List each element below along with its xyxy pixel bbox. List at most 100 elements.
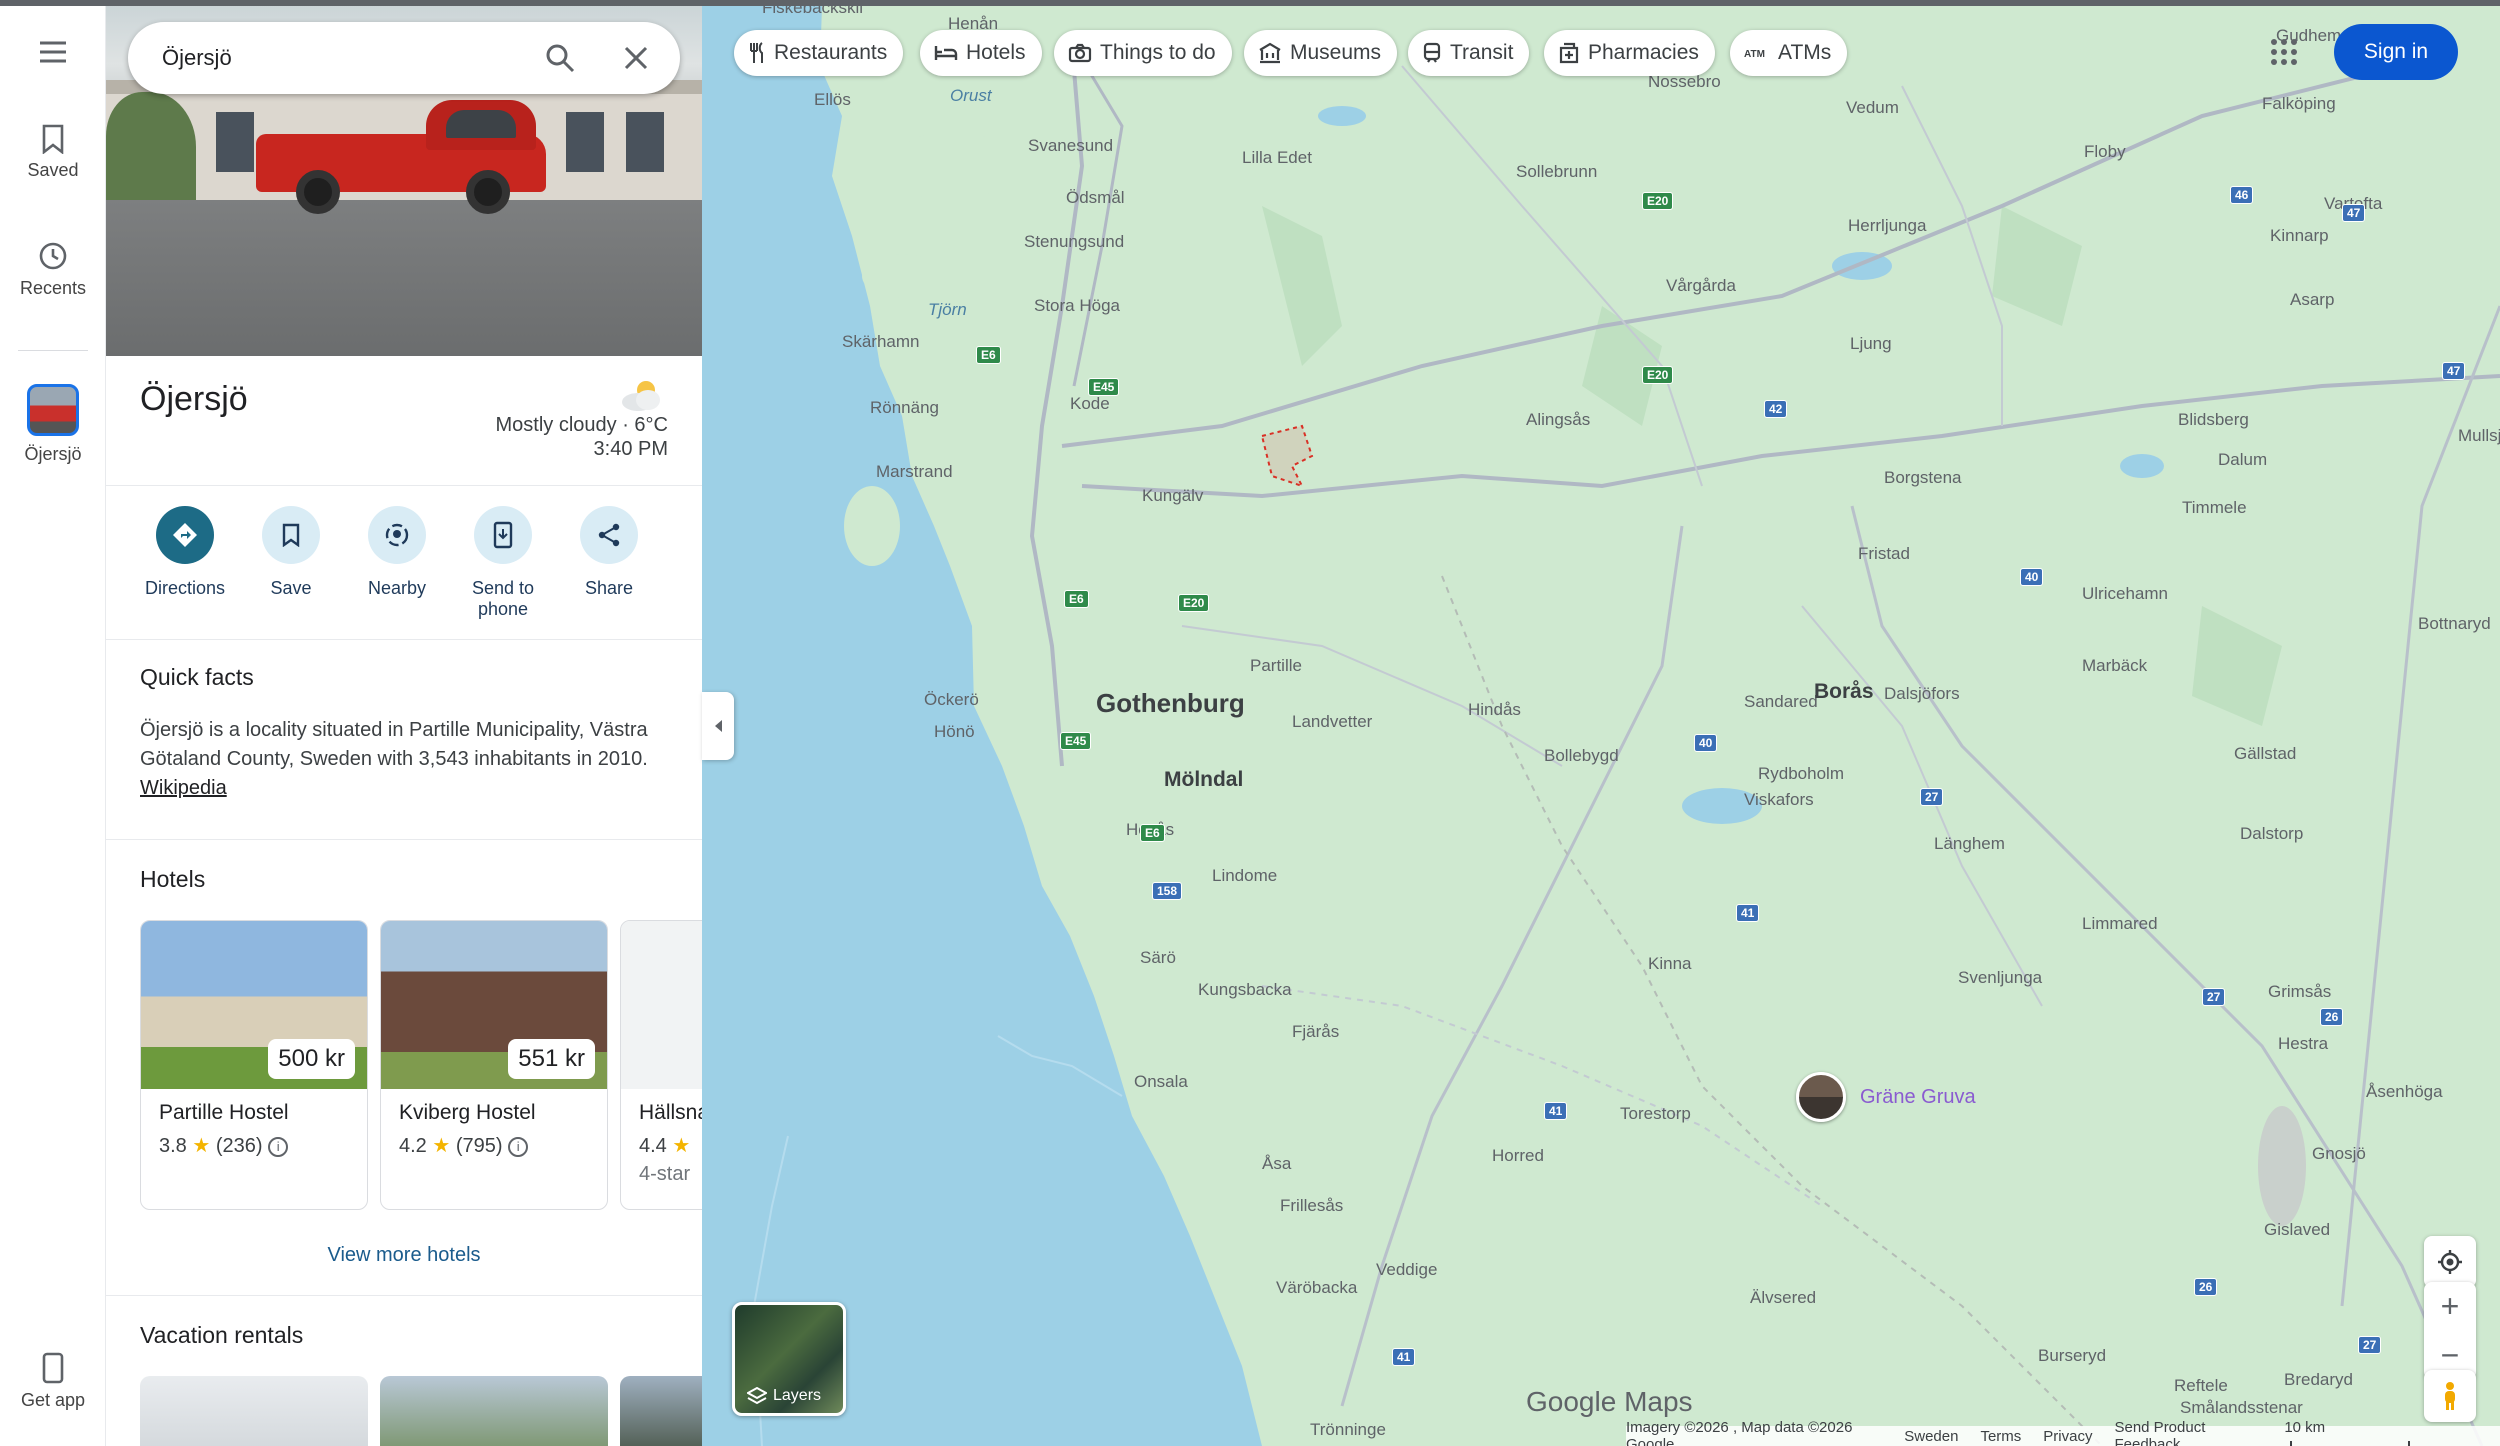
directions-label: Directions (144, 578, 226, 598)
review-count: (236) (215, 1135, 263, 1157)
map-label: Väröbacka (1276, 1278, 1358, 1297)
share-button[interactable]: Share (556, 506, 662, 599)
share-icon (598, 523, 620, 547)
rating-value: 4.4 (639, 1135, 667, 1157)
chip-pharmacies[interactable]: Pharmacies (1544, 30, 1715, 76)
rental-card[interactable] (140, 1376, 368, 1446)
forest (2192, 606, 2282, 726)
map-label: Dalstorp (2240, 824, 2304, 843)
restaurant-icon (750, 42, 763, 63)
recents-button[interactable]: Recents (0, 240, 106, 299)
poi-marker[interactable]: Gräne Gruva (1796, 1072, 1976, 1122)
street-view-pegman[interactable] (2424, 1370, 2476, 1422)
map-label: Särö (1140, 948, 1176, 967)
hotel-card[interactable]: 551 kr Kviberg Hostel 4.2 ★ (795) i (380, 920, 608, 1210)
get-app-button[interactable]: Get app (0, 1352, 106, 1411)
scale-indicator[interactable]: 10 km (2284, 1419, 2478, 1446)
info-icon[interactable]: i (508, 1136, 529, 1157)
send-to-phone-button[interactable]: Send to phone (450, 506, 556, 620)
map-label: Grimsås (2268, 982, 2332, 1001)
directions-circle (156, 506, 214, 564)
zoom-in-button[interactable]: + (2424, 1282, 2476, 1331)
chip-atms[interactable]: ATM ATMs (1730, 30, 1848, 76)
wikipedia-link[interactable]: Wikipedia (140, 777, 227, 799)
chip-label: Things to do (1100, 41, 1216, 64)
review-count: (795) (455, 1135, 503, 1157)
map-canvas[interactable]: Fiskebäckskil Henån Orust Ellös Svanesun… (702, 6, 2500, 1446)
chip-restaurants[interactable]: Restaurants (734, 30, 904, 76)
chip-things-to-do[interactable]: Things to do (1054, 30, 1232, 76)
collapse-panel-button[interactable] (702, 692, 734, 760)
map-label: Smålandsstenar (2180, 1398, 2303, 1417)
map-label: Veddige (1376, 1260, 1438, 1279)
save-label: Save (270, 578, 312, 598)
map-label: Lindome (1212, 866, 1278, 885)
search-icon[interactable] (544, 42, 576, 74)
road-shield: 26 (2194, 1278, 2218, 1296)
road-shield: E6 (976, 346, 1001, 364)
rental-card[interactable] (620, 1376, 702, 1446)
map-label: Kinnarp (2270, 226, 2329, 245)
recent-place-button[interactable]: Öjersjö (0, 384, 106, 465)
info-icon[interactable]: i (268, 1136, 289, 1157)
terms-link[interactable]: Terms (1980, 1428, 2021, 1445)
rental-card[interactable] (380, 1376, 608, 1446)
map-label: Herrljunga (1848, 216, 1927, 235)
road-shield: 26 (2320, 1008, 2344, 1026)
hotel-card[interactable]: Hällsna 4.4 ★ 4-star (620, 920, 702, 1210)
star-icon: ★ (432, 1135, 451, 1157)
hotel-price: 500 kr (268, 1039, 355, 1079)
nearby-icon (385, 523, 409, 547)
menu-icon (40, 41, 66, 63)
search-input[interactable] (162, 40, 522, 76)
map-label: Vårgårda (1666, 276, 1736, 295)
get-app-label: Get app (20, 1390, 86, 1410)
nearby-button[interactable]: Nearby (344, 506, 450, 599)
map-label: Lilla Edet (1242, 148, 1312, 167)
map-label: Onsala (1134, 1072, 1188, 1091)
map-label: Rydboholm (1758, 764, 1844, 783)
hotel-class: 4-star (639, 1163, 691, 1185)
map-label: Sollebrunn (1516, 162, 1598, 181)
send-to-phone-icon (493, 521, 513, 549)
privacy-link[interactable]: Privacy (2043, 1428, 2092, 1445)
chip-transit[interactable]: Transit (1408, 30, 1530, 76)
save-button[interactable]: Save (238, 506, 344, 599)
forest (1262, 206, 1342, 366)
map-label: Partille (1250, 656, 1302, 675)
apps-grid-icon[interactable] (2270, 38, 2298, 66)
selected-area-outline (1260, 424, 1314, 488)
menu-button[interactable] (0, 40, 106, 70)
sign-in-button[interactable]: Sign in (2334, 24, 2458, 80)
feedback-link[interactable]: Send Product Feedback (2114, 1419, 2262, 1446)
my-location-button[interactable] (2424, 1236, 2476, 1288)
hotel-card[interactable]: 500 kr Partille Hostel 3.8 ★ (236) i (140, 920, 368, 1210)
map-label: Gällstad (2234, 744, 2297, 763)
layers-button[interactable]: Layers (732, 1302, 846, 1416)
directions-button[interactable]: Directions (132, 506, 238, 599)
map-label: Blidsberg (2178, 410, 2249, 429)
chip-hotels[interactable]: Hotels (920, 30, 1042, 76)
saved-button[interactable]: Saved (0, 124, 106, 181)
map-label: Viskafors (1744, 790, 1814, 809)
place-thumbnail (27, 384, 79, 436)
vacation-rentals-section: Vacation rentals (106, 1296, 702, 1446)
chip-museums[interactable]: Museums (1244, 30, 1398, 76)
vacation-rentals-heading: Vacation rentals (140, 1322, 304, 1348)
close-icon[interactable] (620, 42, 652, 74)
map-label: Hindås (1468, 700, 1521, 719)
region-link[interactable]: Sweden (1904, 1428, 1958, 1445)
road-shield: E6 (1140, 824, 1165, 842)
photo-window (626, 112, 664, 172)
phone-icon (42, 1352, 64, 1384)
road-shield: 41 (1736, 904, 1760, 922)
share-circle (580, 506, 638, 564)
map-label: Borgstena (1884, 468, 1962, 487)
map-label: Ellös (814, 90, 851, 109)
city-label: Gothenburg (1096, 688, 1245, 718)
photo-window (566, 112, 604, 172)
motorway-e20 (1061, 64, 2403, 448)
view-more-hotels-link[interactable]: View more hotels (106, 1244, 702, 1267)
map-label: Kungsbacka (1198, 980, 1292, 999)
road-shield: 40 (2020, 568, 2044, 586)
